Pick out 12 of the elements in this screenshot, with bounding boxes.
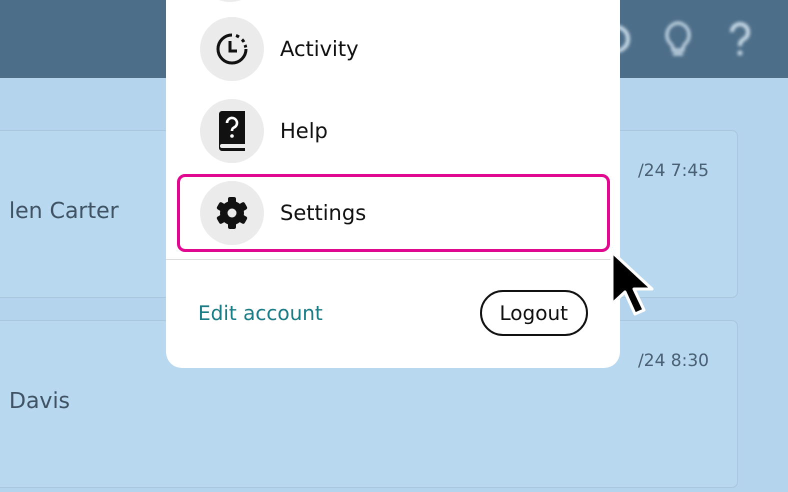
contact-name: Davis xyxy=(9,389,70,414)
question-book-icon xyxy=(216,111,248,151)
clock-icon xyxy=(215,32,249,66)
contact-name: len Carter xyxy=(9,199,119,224)
timestamp: /24 8:30 xyxy=(638,351,709,371)
settings-icon xyxy=(215,196,249,230)
timestamp: /24 7:45 xyxy=(638,161,709,181)
menu-item[interactable]: Activity xyxy=(177,10,610,88)
menu-item[interactable]: Help xyxy=(177,92,610,170)
menu-item[interactable]: Settings xyxy=(177,174,610,252)
logout-button[interactable]: Logout xyxy=(480,290,588,336)
edit-account-link[interactable]: Edit account xyxy=(198,301,323,325)
